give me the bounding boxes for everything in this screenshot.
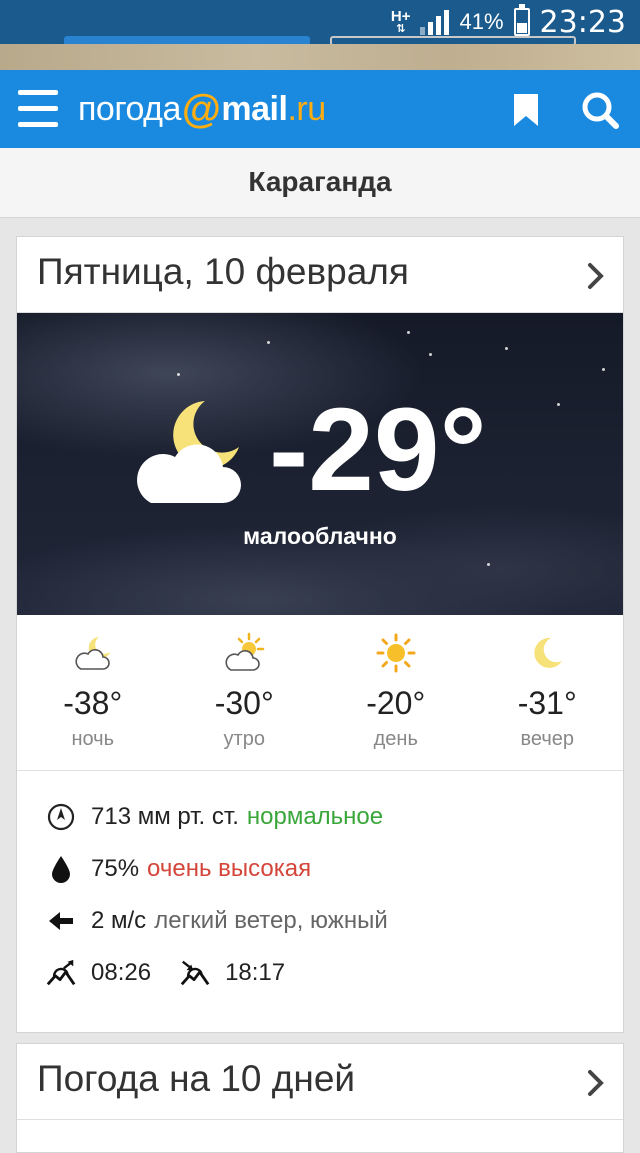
humidity-status: очень высокая <box>147 855 312 882</box>
pressure-value: 713 мм рт. ст. <box>91 803 239 830</box>
logo-pogoda: погода <box>78 89 181 128</box>
signal-icon <box>420 9 450 35</box>
battery-percent: 41% <box>459 9 504 34</box>
moon-icon <box>534 637 563 668</box>
wind-description: легкий ветер, южный <box>154 907 388 934</box>
weather-details: 713 мм рт. ст. нормальное 75% очень высо… <box>17 791 623 999</box>
bookmark-icon[interactable] <box>512 92 540 128</box>
wind-row: 2 м/с легкий ветер, южный <box>45 895 623 947</box>
today-card-header[interactable]: Пятница, 10 февраля <box>17 237 623 313</box>
period-temp: -30° <box>214 685 274 721</box>
current-temperature: -29° <box>269 384 487 516</box>
status-bar: H+ ⇅ 41% 23:23 <box>0 0 640 46</box>
battery-icon <box>513 4 530 36</box>
period-day: -20° день <box>320 615 472 770</box>
logo-dot: . <box>287 89 297 128</box>
app-header: погода @ mail. ru <box>0 70 640 148</box>
period-temp: -31° <box>517 685 577 721</box>
sun-row: 08:26 18:17 <box>45 947 623 999</box>
logo[interactable]: погода @ mail. ru <box>78 84 326 134</box>
today-card: Пятница, 10 февраля -29° малооблачно -38… <box>16 236 624 1033</box>
moon-cloud-icon <box>75 637 110 670</box>
logo-mail: mail <box>221 89 288 128</box>
status-clock: 23:23 <box>539 4 626 40</box>
pressure-icon <box>47 803 75 831</box>
period-temp: -38° <box>63 685 123 721</box>
network-indicator: H+ ⇅ <box>390 8 411 35</box>
sunrise-icon <box>46 959 76 986</box>
drop-icon <box>52 856 70 883</box>
sun-cloud-icon <box>225 632 265 671</box>
humidity-value: 75% <box>91 855 140 882</box>
background-page-strip <box>0 44 640 70</box>
moon-cloud-icon <box>137 401 241 503</box>
period-temp: -20° <box>366 685 426 721</box>
weather-condition: малооблачно <box>243 523 397 549</box>
search-icon[interactable] <box>580 90 620 130</box>
pressure-row: 713 мм рт. ст. нормальное <box>45 791 623 843</box>
period-evening: -31° вечер <box>472 615 624 770</box>
logo-ru: ru <box>296 89 326 128</box>
logo-at: @ <box>181 86 221 131</box>
current-weather-hero: -29° малооблачно <box>17 313 623 615</box>
wind-value: 2 м/с <box>91 907 147 934</box>
pressure-status: нормальное <box>246 803 384 830</box>
hamburger-icon[interactable] <box>18 90 58 128</box>
forecast-10-title: Погода на 10 дней <box>37 1058 356 1099</box>
forecast-10-card[interactable]: Погода на 10 дней <box>16 1043 624 1153</box>
day-periods: -38° ночь -30° утро -20° день -31° вечер <box>17 615 623 771</box>
period-name: вечер <box>520 728 575 750</box>
date-title: Пятница, 10 февраля <box>37 251 409 292</box>
forecast-10-header[interactable]: Погода на 10 дней <box>17 1044 623 1120</box>
data-arrows-icon: ⇅ <box>396 23 406 35</box>
chevron-right-icon[interactable] <box>585 1068 607 1098</box>
arrow-left-icon <box>49 912 73 930</box>
period-night: -38° ночь <box>17 615 169 770</box>
humidity-row: 75% очень высокая <box>45 843 623 895</box>
sunset-icon <box>180 960 210 986</box>
sunrise-time: 08:26 <box>91 959 152 986</box>
period-name: ночь <box>71 728 115 750</box>
period-morning: -30° утро <box>169 615 321 770</box>
city-title[interactable]: Караганда <box>0 148 640 218</box>
chevron-right-icon[interactable] <box>585 261 607 291</box>
sun-icon <box>376 633 416 673</box>
period-name: утро <box>223 728 265 750</box>
sunset-time: 18:17 <box>225 959 286 986</box>
period-name: день <box>373 728 418 750</box>
